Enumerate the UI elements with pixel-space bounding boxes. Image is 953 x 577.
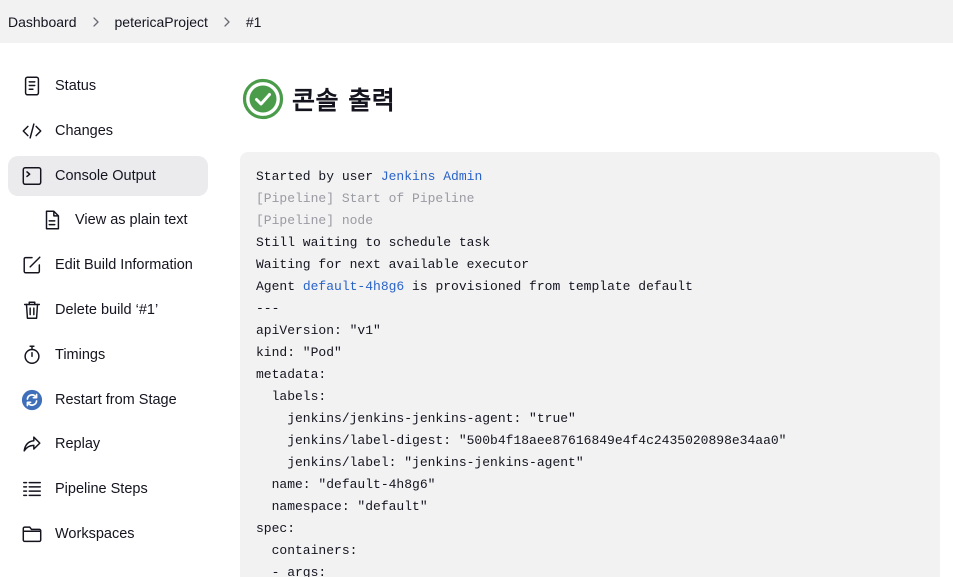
terminal-icon [20,164,44,188]
status-success-icon [242,78,284,120]
sidebar-item-label: Changes [55,122,114,139]
agent-link[interactable]: default-4h8g6 [303,279,404,294]
sidebar-item-timings[interactable]: Timings [8,335,208,375]
document-icon [20,74,44,98]
console-line: --- [256,301,280,316]
console-text: is provisioned from template default [404,279,693,294]
console-line: - args: [256,565,327,577]
sidebar-item-label: Delete build ‘#1’ [55,301,159,318]
sidebar-item-changes[interactable]: Changes [8,111,208,151]
console-line: containers: [256,543,358,558]
console-line: spec: [256,521,296,536]
chevron-right-icon [77,16,115,27]
sidebar-item-label: Workspaces [55,525,135,542]
breadcrumb-dashboard[interactable]: Dashboard [8,14,77,30]
sidebar-item-label: Pipeline Steps [55,481,148,498]
user-link[interactable]: Jenkins Admin [381,169,482,184]
console-line: jenkins/label: "jenkins-jenkins-agent" [256,455,584,470]
console-line: apiVersion: "v1" [256,323,381,338]
sidebar-item-workspaces[interactable]: Workspaces [8,514,208,554]
console-line: labels: [256,389,327,404]
chevron-right-icon [208,16,246,27]
sidebar-item-edit-build[interactable]: Edit Build Information [8,245,208,285]
console-line: metadata: [256,367,327,382]
console-output: Started by user Jenkins Admin [Pipeline]… [240,152,940,577]
stopwatch-icon [20,343,44,367]
sidebar-item-label: Edit Build Information [55,257,193,274]
sidebar-item-restart-stage[interactable]: Restart from Stage [8,380,208,420]
breadcrumb-build[interactable]: #1 [246,14,262,30]
console-line: Still waiting to schedule task [256,235,491,250]
restart-icon [20,388,44,412]
console-line: jenkins/label-digest: "500b4f18aee876168… [256,433,787,448]
replay-icon [20,432,44,456]
list-icon [20,477,44,501]
code-icon [20,119,44,143]
console-line: jenkins/jenkins-jenkins-agent: "true" [256,411,576,426]
trash-icon [20,298,44,322]
console-line: namespace: "default" [256,499,428,514]
sidebar-item-delete-build[interactable]: Delete build ‘#1’ [8,290,208,330]
sidebar: Status Changes Console Output View as pl… [8,66,208,559]
console-line: name: "default-4h8g6" [256,477,436,492]
console-line: Waiting for next available executor [256,257,530,272]
console-text: Agent [256,279,303,294]
breadcrumb-project[interactable]: petericaProject [115,14,208,30]
folder-icon [20,522,44,546]
console-line: Agent default-4h8g6 is provisioned from … [256,276,924,298]
console-text: Started by user [256,169,381,184]
sidebar-item-plain-text[interactable]: View as plain text [8,200,208,240]
sidebar-item-label: Console Output [55,167,156,184]
sidebar-item-label: Timings [55,346,106,363]
sidebar-item-pipeline-steps[interactable]: Pipeline Steps [8,469,208,509]
sidebar-item-label: Status [55,78,97,94]
sidebar-item-label: Replay [55,436,101,453]
file-text-icon [40,208,64,232]
page-title: 콘솔 출력 [292,86,396,115]
edit-icon [20,253,44,277]
sidebar-item-label: Restart from Stage [55,391,177,408]
sidebar-item-status[interactable]: Status [8,66,208,106]
console-line: [Pipeline] node [256,213,374,228]
console-line: Started by user Jenkins Admin [256,166,924,188]
breadcrumb: Dashboard petericaProject #1 [0,0,953,43]
sidebar-item-console-output[interactable]: Console Output [8,155,208,196]
console-line: kind: "Pod" [256,345,342,360]
console-line: [Pipeline] Start of Pipeline [256,191,475,206]
sidebar-item-label: View as plain text [75,212,188,229]
sidebar-item-replay[interactable]: Replay [8,424,208,464]
page-header: 콘솔 출력 [242,78,395,120]
